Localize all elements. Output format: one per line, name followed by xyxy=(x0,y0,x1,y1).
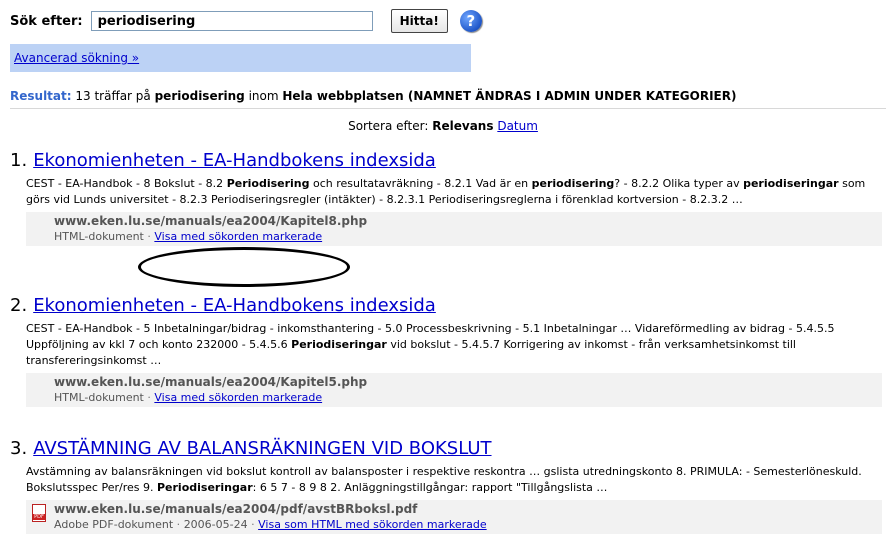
meta-separator: · xyxy=(173,518,184,531)
result-title-link[interactable]: AVSTÄMNING AV BALANSRÄKNINGEN VID BOKSLU… xyxy=(33,438,491,459)
result-number: 1. xyxy=(10,150,28,171)
snippet-highlight: periodiseringar xyxy=(743,177,839,190)
help-icon[interactable]: ? xyxy=(459,10,482,32)
sort-date-link[interactable]: Datum xyxy=(497,119,538,133)
pdf-icon xyxy=(32,504,46,522)
show-highlighted-link[interactable]: Visa med sökorden markerade xyxy=(154,230,322,243)
meta-separator: · xyxy=(143,230,155,243)
result-meta: www.eken.lu.se/manuals/ea2004/Kapitel5.p… xyxy=(26,373,882,407)
divider xyxy=(10,108,886,109)
result-summary-text-pre: 13 träffar på xyxy=(71,89,155,103)
annotation-ellipse xyxy=(138,247,350,287)
snippet-part: ? - 8.2.2 Olika typer av xyxy=(614,177,744,190)
search-bar: Sök efter: Hitta! ? xyxy=(10,6,482,36)
snippet-part: och resultatavräkning - 8.2.1 Vad är en xyxy=(309,177,532,190)
snippet-part: CEST - EA-Handbok - 8 Bokslut - 8.2 xyxy=(26,177,227,190)
result-doc-type: HTML-dokument xyxy=(54,230,144,243)
snippet-highlight: Periodiseringar xyxy=(291,338,387,351)
result-item-2: 2. Ekonomienheten - EA-Handbokens indexsi… xyxy=(10,295,886,407)
result-date: 2006-05-24 xyxy=(183,518,248,531)
result-item-3: 3. AVSTÄMNING AV BALANSRÄKNINGEN VID BOKS… xyxy=(10,438,886,534)
show-highlighted-link[interactable]: Visa med sökorden markerade xyxy=(154,391,322,404)
meta-separator: · xyxy=(143,391,155,404)
show-as-html-link[interactable]: Visa som HTML med sökorden markerade xyxy=(258,518,487,531)
result-summary-text-mid: inom xyxy=(244,89,283,103)
result-summary-term: periodisering xyxy=(154,89,245,103)
result-title-row: 1. Ekonomienheten - EA-Handbokens indexsi… xyxy=(10,150,886,172)
sort-label: Sortera efter: xyxy=(348,119,429,133)
result-doc-type: HTML-dokument xyxy=(54,391,144,404)
result-snippet: CEST - EA-Handbok - 5 Inbetalningar/bidr… xyxy=(10,321,870,369)
result-summary-scope: Hela webbplatsen (NAMNET ÄNDRAS I ADMIN … xyxy=(282,89,737,103)
advanced-search-bar: Avancerad sökning » xyxy=(10,44,471,72)
sort-active: Relevans xyxy=(432,119,494,133)
result-url: www.eken.lu.se/manuals/ea2004/pdf/avstBR… xyxy=(54,502,418,516)
result-doc-type: Adobe PDF-dokument xyxy=(54,518,174,531)
result-url: www.eken.lu.se/manuals/ea2004/Kapitel8.p… xyxy=(54,214,368,228)
result-title-link[interactable]: Ekonomienheten - EA-Handbokens indexsida xyxy=(33,150,436,171)
result-number: 3. xyxy=(10,438,28,459)
result-meta: www.eken.lu.se/manuals/ea2004/pdf/avstBR… xyxy=(26,500,882,534)
snippet-highlight: Periodiseringar xyxy=(156,481,253,494)
result-title-row: 2. Ekonomienheten - EA-Handbokens indexsi… xyxy=(10,295,886,317)
meta-separator: · xyxy=(247,518,259,531)
snippet-highlight: Periodisering xyxy=(226,177,310,190)
search-input[interactable] xyxy=(90,11,373,31)
result-title-link[interactable]: Ekonomienheten - EA-Handbokens indexsida xyxy=(33,295,436,316)
result-snippet: Avstämning av balansräkningen vid bokslu… xyxy=(10,464,870,496)
snippet-part: : 6 5 7 - 8 9 8 2. Anläggningstillgångar… xyxy=(252,481,608,494)
search-label: Sök efter: xyxy=(10,13,83,29)
result-number: 2. xyxy=(10,295,28,316)
result-item-1: 1. Ekonomienheten - EA-Handbokens indexsi… xyxy=(10,150,886,246)
result-snippet: CEST - EA-Handbok - 8 Bokslut - 8.2 Peri… xyxy=(10,176,870,208)
result-summary: Resultat: 13 träffar på periodisering in… xyxy=(10,89,736,103)
result-title-row: 3. AVSTÄMNING AV BALANSRÄKNINGEN VID BOKS… xyxy=(10,438,886,460)
advanced-search-link[interactable]: Avancerad sökning » xyxy=(14,51,139,65)
sort-row: Sortera efter: Relevans Datum xyxy=(0,119,886,133)
result-meta: www.eken.lu.se/manuals/ea2004/Kapitel8.p… xyxy=(26,212,882,246)
search-button[interactable]: Hitta! xyxy=(390,9,448,33)
snippet-highlight: periodisering xyxy=(531,177,615,190)
result-url: www.eken.lu.se/manuals/ea2004/Kapitel5.p… xyxy=(54,375,368,389)
result-summary-label: Resultat: xyxy=(10,89,72,103)
